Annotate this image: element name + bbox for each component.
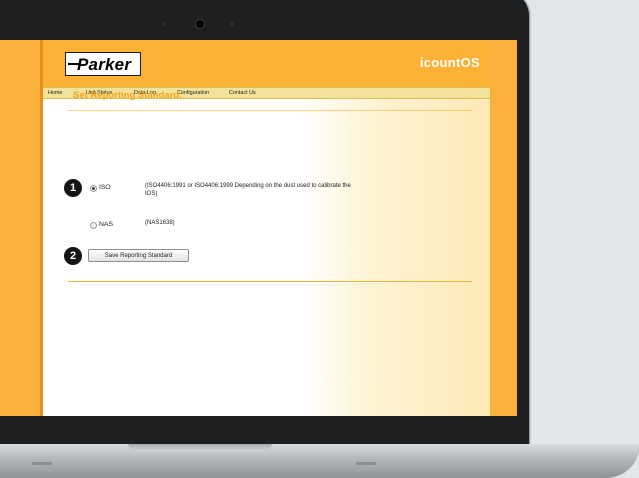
page-title: Set Reporting Standard: — [73, 90, 183, 101]
divider-title — [68, 110, 472, 111]
laptop-opening-notch — [128, 444, 272, 451]
iso-radio[interactable] — [90, 185, 97, 192]
save-reporting-standard-button[interactable]: Save Reporting Standard — [88, 249, 189, 262]
iso-description: (ISO4406:1991 or ISO4406:1999 Depending … — [145, 183, 351, 197]
webcam — [196, 20, 204, 28]
header: Parker icountOS — [43, 40, 490, 87]
camera-indicator — [230, 22, 234, 26]
step-badge-1: 1 — [64, 179, 82, 197]
divider-top — [68, 82, 472, 83]
logo-text: Parker — [77, 55, 132, 74]
parker-logo[interactable]: Parker — [65, 52, 141, 76]
divider-bottom — [68, 281, 472, 282]
iso-label[interactable]: ISO — [99, 184, 111, 191]
app-title: icountOS — [419, 55, 480, 70]
step-badge-2: 2 — [64, 247, 82, 265]
laptop-foot-left — [32, 462, 52, 465]
nas-description: (NAS1638) — [145, 220, 175, 226]
nav-home[interactable]: Home — [48, 88, 62, 98]
nas-label[interactable]: NAS — [99, 221, 113, 228]
nav-contact-us[interactable]: Contact Us — [229, 88, 256, 98]
nas-radio[interactable] — [90, 222, 97, 229]
laptop-foot-right — [356, 462, 376, 465]
left-margin — [0, 40, 40, 416]
laptop-base — [0, 444, 639, 478]
ambient-light-sensor — [162, 22, 166, 26]
right-margin — [490, 40, 517, 416]
